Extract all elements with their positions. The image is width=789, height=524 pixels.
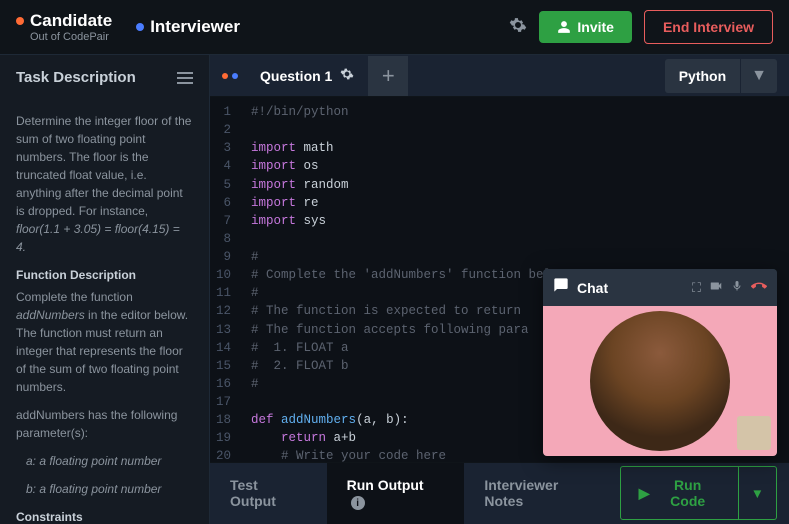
expand-icon[interactable]: ⛶ — [692, 280, 701, 296]
task-intro: Determine the integer floor of the sum o… — [16, 114, 191, 218]
chat-title: Chat — [577, 280, 684, 296]
chat-panel[interactable]: Chat ⛶ — [543, 269, 777, 456]
chat-controls: ⛶ — [692, 278, 767, 297]
task-sidebar: Task Description Determine the integer f… — [0, 55, 210, 524]
candidate-substatus: Out of CodePair — [30, 31, 112, 43]
run-code-dropdown[interactable]: ▼ — [739, 466, 777, 520]
interviewer-role: Interviewer — [136, 17, 240, 37]
task-description-title: Task Description — [16, 69, 136, 86]
invite-label: Invite — [577, 19, 614, 35]
output-tabs-row: Test Output Run Output i Interviewer Not… — [210, 462, 789, 524]
line-number-gutter: 1234567891011121314151617181920212223 — [210, 97, 241, 462]
candidate-status-dot — [16, 17, 24, 25]
hangup-icon[interactable] — [751, 278, 767, 297]
tab-presence-dots — [214, 73, 246, 79]
header-roles: Candidate Out of CodePair Interviewer — [16, 11, 240, 43]
candidate-role: Candidate Out of CodePair — [16, 11, 112, 43]
constraints-heading: Constraints — [16, 508, 193, 524]
editor-area: Question 1 + Python ▼ 123456789101112131… — [210, 55, 789, 524]
tab-settings-icon[interactable] — [340, 67, 354, 84]
language-selector[interactable]: Python ▼ — [665, 59, 777, 93]
param-b: b: a floating point number — [26, 482, 161, 496]
self-video-thumbnail[interactable] — [737, 416, 771, 450]
interviewer-label: Interviewer — [150, 17, 240, 37]
sidebar-header: Task Description — [0, 55, 209, 100]
run-output-label: Run Output — [347, 477, 424, 493]
editor-tabs-row: Question 1 + Python ▼ — [210, 55, 789, 97]
run-code-label: Run Code — [656, 477, 720, 509]
header-actions: Invite End Interview — [509, 10, 773, 44]
main-participant-video — [590, 311, 730, 451]
chat-header: Chat ⛶ — [543, 269, 777, 306]
header-bar: Candidate Out of CodePair Interviewer In… — [0, 0, 789, 55]
sidebar-menu-icon[interactable] — [177, 72, 193, 84]
settings-icon[interactable] — [509, 16, 527, 39]
play-icon: ▶ — [639, 485, 650, 502]
params-intro: addNumbers has the following parameter(s… — [16, 406, 193, 442]
test-output-tab[interactable]: Test Output — [210, 463, 327, 523]
func-name: addNumbers — [16, 308, 85, 322]
question-tab-label: Question 1 — [260, 68, 332, 84]
interviewer-notes-tab[interactable]: Interviewer Notes — [464, 463, 619, 523]
invite-button[interactable]: Invite — [539, 11, 632, 43]
interviewer-status-dot — [136, 23, 144, 31]
chevron-down-icon: ▼ — [740, 59, 777, 93]
func-body-1: Complete the function — [16, 290, 133, 304]
candidate-label: Candidate — [30, 11, 112, 31]
run-output-tab[interactable]: Run Output i — [327, 463, 465, 524]
end-interview-button[interactable]: End Interview — [644, 10, 773, 44]
code-lines[interactable]: #!/bin/python import mathimport osimport… — [241, 97, 584, 462]
task-intro-example: floor(1.1 + 3.05) = floor(4.15) = 4. — [16, 222, 180, 254]
info-icon[interactable]: i — [351, 496, 365, 510]
person-icon — [557, 20, 571, 34]
end-interview-label: End Interview — [663, 19, 754, 35]
main-content: Task Description Determine the integer f… — [0, 55, 789, 524]
function-description-heading: Function Description — [16, 266, 193, 284]
question-tab[interactable]: Question 1 — [246, 55, 368, 96]
task-body: Determine the integer floor of the sum o… — [0, 100, 209, 524]
video-icon[interactable] — [709, 279, 723, 296]
language-label: Python — [665, 60, 740, 92]
run-code-button[interactable]: ▶ Run Code — [620, 466, 739, 520]
add-tab-button[interactable]: + — [368, 56, 408, 96]
video-feed — [543, 306, 777, 456]
chat-icon — [553, 277, 569, 298]
param-a: a: a floating point number — [26, 454, 161, 468]
run-code-group: ▶ Run Code ▼ — [620, 466, 777, 520]
microphone-icon[interactable] — [731, 279, 743, 296]
